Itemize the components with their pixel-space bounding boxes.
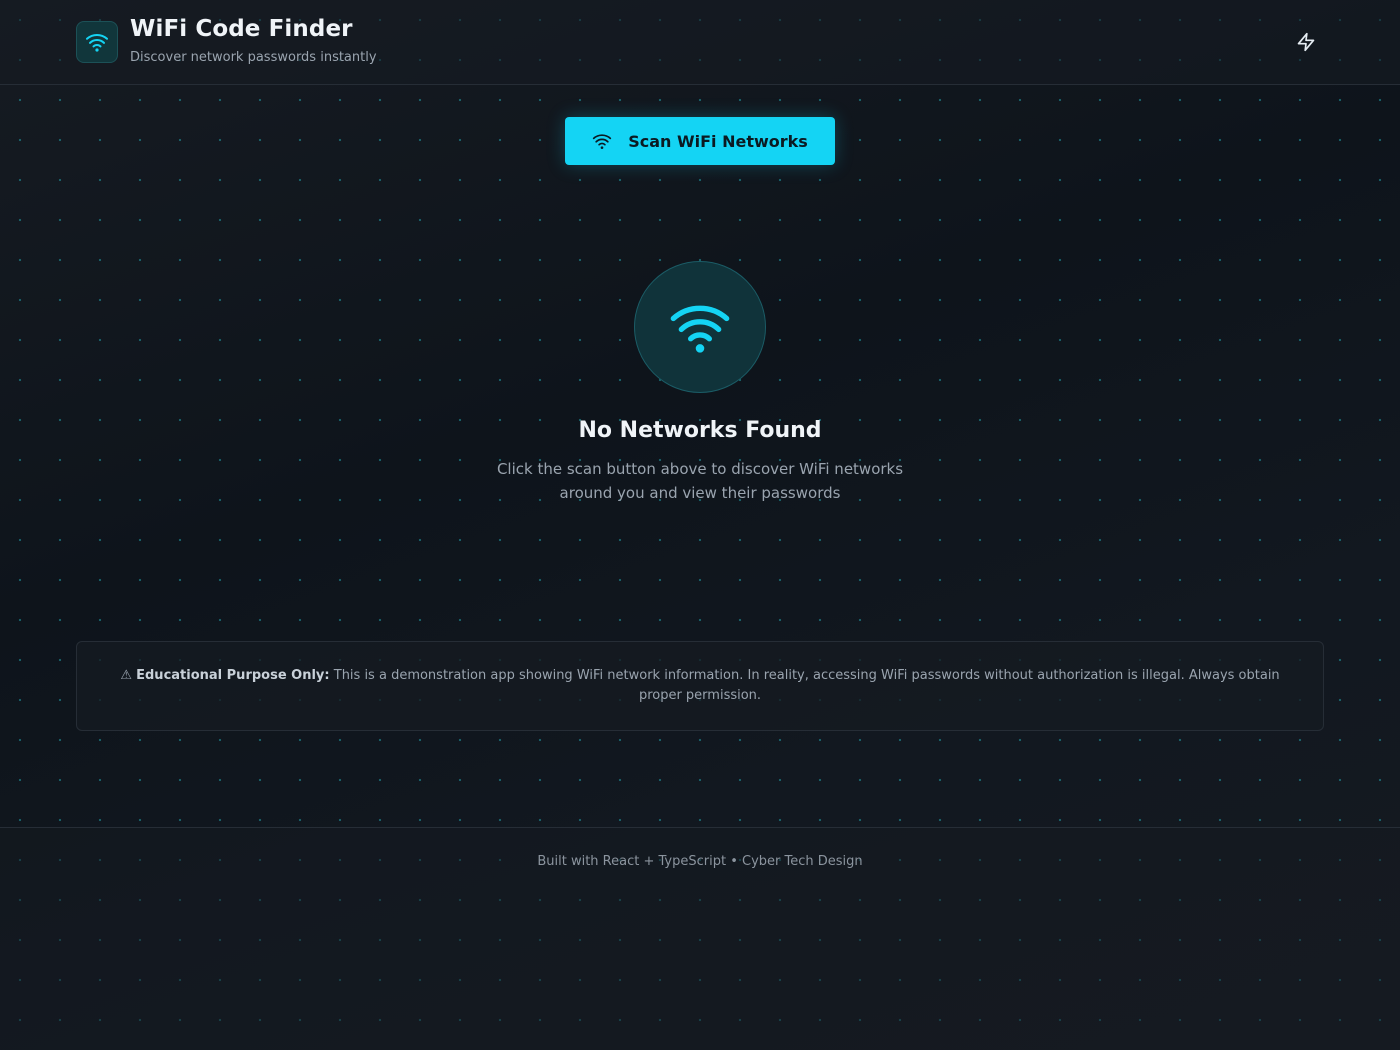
disclaimer-banner: ⚠ Educational Purpose Only: This is a de… (76, 641, 1324, 731)
app-logo (76, 21, 118, 63)
disclaimer-heading: Educational Purpose Only: (136, 668, 330, 683)
scan-button-label: Scan WiFi Networks (628, 131, 808, 151)
wifi-icon (593, 134, 612, 149)
app-subtitle: Discover network passwords instantly (130, 50, 377, 65)
quick-action-button[interactable] (1290, 26, 1322, 58)
app-title: WiFi Code Finder (130, 16, 353, 42)
warning-icon: ⚠ (120, 668, 132, 683)
empty-state-description: Click the scan button above to discover … (496, 460, 904, 502)
wifi-icon (670, 305, 730, 353)
app-header: WiFi Code Finder Discover network passwo… (0, 0, 1400, 85)
disclaimer-body: This is a demonstration app showing WiFi… (333, 668, 1280, 703)
disclaimer-text: ⚠ Educational Purpose Only: This is a de… (113, 666, 1287, 706)
scan-wifi-button[interactable]: Scan WiFi Networks (565, 117, 835, 165)
empty-state-icon-circle (634, 261, 766, 393)
wifi-icon (86, 34, 108, 52)
footer-text: Built with React + TypeScript • Cyber Te… (537, 854, 863, 869)
empty-state-title: No Networks Found (578, 418, 822, 443)
app-footer: Built with React + TypeScript • Cyber Te… (0, 827, 1400, 1050)
lightning-bolt-icon (1297, 32, 1315, 52)
